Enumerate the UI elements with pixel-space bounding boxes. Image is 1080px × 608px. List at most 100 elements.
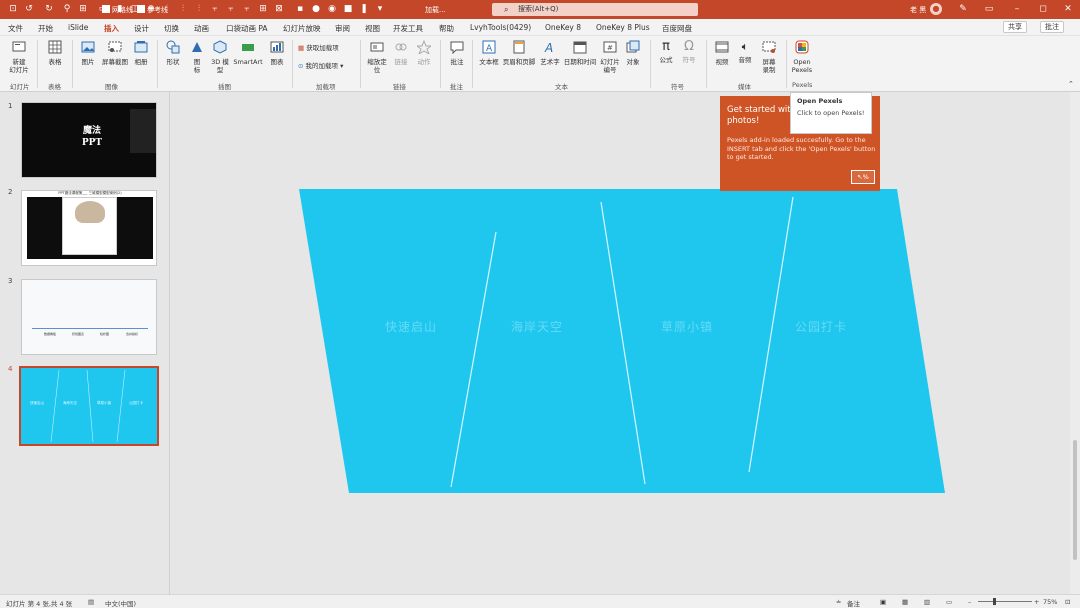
3d-model-button[interactable]: 3D 模 型	[209, 40, 231, 74]
slide-thumbnail-1[interactable]: 魔法 PPT	[21, 102, 157, 178]
slideshow-icon[interactable]: ▭	[946, 598, 952, 606]
wordart-button[interactable]: A 艺术字	[538, 40, 562, 66]
link-button[interactable]: 链接	[391, 40, 411, 66]
tab-islide[interactable]: iSlide	[68, 23, 88, 32]
format-painter-icon[interactable]: ⚲	[62, 4, 72, 14]
album-button[interactable]: 相册	[131, 40, 151, 66]
datetime-button[interactable]: 日期和时间	[563, 40, 597, 66]
slide-sorter-icon[interactable]: ▦	[902, 598, 908, 606]
chart-button[interactable]: 图表	[266, 40, 288, 66]
icons-button[interactable]: 图 标	[187, 40, 207, 74]
fit-slide-icon[interactable]: ⊡	[1065, 598, 1070, 606]
stop-icon[interactable]: ■	[343, 4, 353, 14]
guides-checkbox[interactable]	[137, 5, 145, 13]
tab-help[interactable]: 帮助	[439, 23, 454, 34]
tab-onekey8[interactable]: OneKey 8	[545, 23, 581, 32]
customize-qat-icon[interactable]: ▾	[375, 4, 385, 14]
tab-developer[interactable]: 开发工具	[393, 23, 423, 34]
object-button[interactable]: 对象	[623, 40, 643, 66]
restore-icon[interactable]: ◻	[1038, 4, 1048, 14]
align-middle-icon[interactable]: ⫟	[226, 4, 236, 14]
picture-button[interactable]: 图片	[77, 40, 99, 66]
record-icon[interactable]: ◉	[327, 4, 337, 14]
comments-button[interactable]: 批注	[1040, 21, 1064, 33]
zoom-button[interactable]: 缩放定 位	[364, 40, 390, 74]
user-avatar[interactable]: ●	[930, 3, 942, 15]
slide-canvas[interactable]: 快速启山 海岸天空 草原小镇 公园打卡	[171, 92, 1070, 594]
scrollbar-thumb[interactable]	[1073, 440, 1077, 560]
notes-button[interactable]: 备注	[847, 598, 860, 608]
notes-icon[interactable]: ≐	[836, 598, 841, 606]
slide-thumbnail-3[interactable]: 数据看板 折线图表 柱状图 合并指标	[21, 279, 157, 355]
tab-onekey8plus[interactable]: OneKey 8 Plus	[596, 23, 650, 32]
undo-icon[interactable]: ↺	[24, 4, 34, 14]
video-button[interactable]: 视频	[712, 40, 732, 66]
autosave-icon[interactable]: ⊡	[8, 4, 18, 14]
tab-slideshow[interactable]: 幻灯片放映	[283, 23, 321, 34]
header-footer-button[interactable]: 页眉和页脚	[502, 40, 536, 66]
audio-button[interactable]: 🔈︎ 音频	[735, 40, 755, 64]
accessibility-icon[interactable]: ▤	[88, 598, 94, 606]
tab-file[interactable]: 文件	[8, 23, 23, 34]
circle-icon[interactable]: ●	[311, 4, 321, 14]
tab-pocket-animation[interactable]: 口袋动画 PA	[226, 23, 268, 34]
redo-icon[interactable]: ↻	[44, 4, 54, 14]
equation-button[interactable]: π 公式	[656, 40, 676, 65]
tab-animations[interactable]: 动画	[194, 23, 209, 34]
zoom-in-button[interactable]: +	[1034, 598, 1039, 606]
tab-insert[interactable]: 插入	[104, 23, 119, 38]
slide-label-3[interactable]: 草原小镇	[661, 318, 713, 335]
tab-design[interactable]: 设计	[134, 23, 149, 34]
slide-thumbnail-4[interactable]: 快速启山 海岸天空 草原小镇 公园打卡	[19, 366, 159, 446]
pexels-popup-button[interactable]: ↖%	[851, 170, 875, 184]
shapes-button[interactable]: 形状	[163, 40, 183, 66]
parallelogram-shape[interactable]	[299, 189, 945, 493]
vertical-scrollbar[interactable]	[1070, 92, 1080, 594]
screen-record-button[interactable]: 屏幕 录制	[758, 40, 780, 74]
tab-review[interactable]: 审阅	[335, 23, 350, 34]
new-slide-button[interactable]: 新建 幻灯片	[5, 40, 33, 74]
action-button[interactable]: 动作	[414, 39, 434, 66]
screenshot-button[interactable]: 屏幕截图	[100, 40, 130, 66]
slide-label-1[interactable]: 快速启山	[385, 318, 437, 335]
collapse-ribbon-icon[interactable]: ⌃	[1068, 80, 1074, 88]
slide-label-4[interactable]: 公园打卡	[795, 318, 847, 335]
slide-thumbnail-2[interactable]: PPT魔法课程第___ 三维模型模型案例(2)	[21, 190, 157, 266]
get-addins-button[interactable]: ▦ 获取加载项	[298, 44, 339, 52]
gridlines-checkbox[interactable]	[102, 5, 110, 13]
pen-icon[interactable]: ✎	[958, 4, 968, 14]
qat-icon-1[interactable]: ⊞	[78, 4, 88, 14]
zoom-out-button[interactable]: –	[968, 598, 971, 606]
smartart-button[interactable]: SmartArt	[233, 40, 263, 66]
tab-transitions[interactable]: 切换	[164, 23, 179, 34]
align-right-icon[interactable]: ⫶	[194, 4, 204, 14]
zoom-slider-thumb[interactable]	[993, 598, 996, 605]
reading-view-icon[interactable]: ▥	[924, 598, 930, 606]
zoom-slider[interactable]	[978, 598, 1032, 605]
tab-view[interactable]: 视图	[365, 23, 380, 34]
close-icon[interactable]: ✕	[1063, 4, 1073, 14]
open-pexels-button[interactable]: Open Pexels	[790, 40, 814, 74]
table-button[interactable]: 表格	[44, 40, 66, 66]
minimize-icon[interactable]: –	[1012, 4, 1022, 14]
align-center-icon[interactable]: ⫶	[178, 4, 188, 14]
crop-icon[interactable]: ⊠	[274, 4, 284, 14]
comment-button[interactable]: 批注	[446, 40, 468, 66]
language-indicator[interactable]: 中文(中国)	[105, 598, 136, 608]
symbol-button[interactable]: Ω 符号	[679, 40, 699, 65]
pause-icon[interactable]: ❚	[359, 4, 369, 14]
document-title[interactable]: 加载...	[425, 5, 446, 15]
tab-home[interactable]: 开始	[38, 23, 53, 34]
normal-view-icon[interactable]: ▣	[880, 598, 886, 606]
zoom-level[interactable]: 75%	[1043, 598, 1057, 606]
search-box[interactable]: ⌕ 搜索(Alt+Q)	[492, 3, 698, 16]
tab-lvyhtools[interactable]: LvyhTools(0429)	[470, 23, 531, 32]
slide-number-button[interactable]: # 幻灯片 编号	[598, 40, 622, 74]
shape-icon[interactable]: ▪	[295, 4, 305, 14]
ribbon-display-icon[interactable]: ▭	[984, 4, 994, 14]
my-addins-button[interactable]: ⊙ 我的加载项 ▾	[298, 62, 343, 70]
textbox-button[interactable]: A 文本框	[477, 40, 501, 66]
tab-baidu-netdisk[interactable]: 百度网盘	[662, 23, 692, 34]
slide-label-2[interactable]: 海岸天空	[511, 318, 563, 335]
distribute-icon[interactable]: ⊞	[258, 4, 268, 14]
